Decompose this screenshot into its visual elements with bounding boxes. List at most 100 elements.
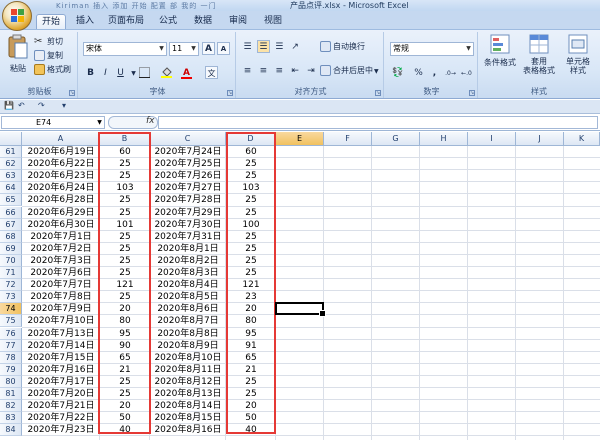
tab-insert[interactable]: 插入 [72,14,98,29]
tab-data[interactable]: 数据 [190,14,216,29]
cell-a[interactable]: 2020年7月23日 [22,424,100,436]
cell-a[interactable]: 2020年6月24日 [22,182,100,194]
comma-button[interactable]: , [428,66,441,79]
decrease-decimal-icon[interactable]: ←.0 [460,66,473,79]
decrease-indent-icon[interactable]: ⇤ [289,64,302,77]
number-launcher-icon[interactable]: ↘ [469,90,475,96]
copy-button[interactable]: 复制 [34,49,63,62]
row-header[interactable]: 83 [0,412,22,425]
cell-c[interactable]: 2020年7月24日 [150,146,226,158]
underline-button[interactable]: U [114,66,127,79]
row-header[interactable]: 66 [0,206,22,219]
percent-button[interactable]: % [412,66,425,79]
cell-c[interactable]: 2020年8月7日 [150,315,226,327]
row-header[interactable]: 75 [0,315,22,328]
alignment-launcher-icon[interactable]: ↘ [375,90,381,96]
cell-c[interactable]: 2020年8月15日 [150,412,226,424]
row-header[interactable]: 77 [0,339,22,352]
tab-review[interactable]: 审阅 [225,14,251,29]
cell-c[interactable]: 2020年7月28日 [150,194,226,206]
cell-a[interactable]: 2020年7月14日 [22,340,100,352]
row-header[interactable]: 69 [0,242,22,255]
conditional-format-button[interactable]: 条件格式 [482,34,518,68]
row-header[interactable]: 70 [0,254,22,267]
row-header[interactable]: 67 [0,218,22,231]
cell-c[interactable]: 2020年8月13日 [150,388,226,400]
grow-font-button[interactable]: A [202,42,215,55]
cell-c[interactable]: 2020年8月2日 [150,255,226,267]
cell-c[interactable]: 2020年8月4日 [150,279,226,291]
borders-button[interactable] [138,66,151,79]
cell-a[interactable]: 2020年7月2日 [22,243,100,255]
row-header[interactable]: 61 [0,146,22,159]
row-header[interactable]: 82 [0,400,22,413]
cell-c[interactable]: 2020年7月30日 [150,219,226,231]
cell-c[interactable]: 2020年8月16日 [150,424,226,436]
row-header[interactable]: 64 [0,182,22,195]
column-header-a[interactable]: A [22,132,100,146]
italic-button[interactable]: I [99,66,112,79]
cell-a[interactable]: 2020年6月22日 [22,158,100,170]
row-header[interactable]: 62 [0,158,22,171]
cell-a[interactable]: 2020年7月6日 [22,267,100,279]
active-cell-e74[interactable] [275,302,326,318]
cell-a[interactable]: 2020年7月7日 [22,279,100,291]
cell-a[interactable]: 2020年7月20日 [22,388,100,400]
currency-icon[interactable]: 💱 [391,66,404,79]
cell-c[interactable]: 2020年8月9日 [150,340,226,352]
row-header[interactable]: 79 [0,363,22,376]
paste-button[interactable]: 粘贴 [5,34,31,78]
font-launcher-icon[interactable]: ↘ [227,90,233,96]
phonetic-button[interactable]: 文 [205,66,218,79]
redo-icon[interactable]: ↷ [38,101,45,110]
cell-styles-button[interactable]: 单元格 样式 [560,34,596,75]
name-box[interactable]: E74 ▼ [1,116,105,129]
cell-c[interactable]: 2020年7月27日 [150,182,226,194]
bold-button[interactable]: B [84,66,97,79]
wrap-text-button[interactable]: 自动换行 [320,40,365,53]
row-header[interactable]: 71 [0,267,22,280]
cut-button[interactable]: ✂ 剪切 [34,35,63,48]
cell-c[interactable]: 2020年8月6日 [150,303,226,315]
orientation-icon[interactable]: ↗ [289,40,302,53]
tab-page-layout[interactable]: 页面布局 [105,14,147,29]
row-header[interactable]: 72 [0,279,22,292]
number-format-select[interactable]: 常规 ▼ [390,42,474,56]
save-icon[interactable]: 💾 [4,101,14,110]
column-header-f[interactable]: F [324,132,372,146]
increase-indent-icon[interactable]: ⇥ [305,64,318,77]
cell-a[interactable]: 2020年6月30日 [22,219,100,231]
select-all-corner[interactable] [0,132,22,146]
cell-a[interactable]: 2020年7月13日 [22,328,100,340]
cell-a[interactable]: 2020年6月23日 [22,170,100,182]
row-header[interactable]: 78 [0,351,22,364]
cell-c[interactable]: 2020年8月8日 [150,328,226,340]
font-name-select[interactable]: 宋体 ▼ [83,42,167,56]
format-as-table-button[interactable]: 套用 表格格式 [520,34,558,75]
increase-decimal-icon[interactable]: .0→ [444,66,457,79]
row-header[interactable]: 84 [0,424,22,437]
shrink-font-button[interactable]: A [217,42,230,55]
formula-input[interactable] [158,116,598,129]
align-middle-icon[interactable]: ☰ [256,40,270,53]
cell-c[interactable]: 2020年7月29日 [150,207,226,219]
format-painter-button[interactable]: 格式刷 [34,63,71,76]
customize-qat-icon[interactable]: ▾ [62,101,66,110]
office-button[interactable] [2,1,32,31]
column-header-i[interactable]: I [468,132,516,146]
align-bottom-icon[interactable]: ☰ [273,40,286,53]
cell-a[interactable]: 2020年7月15日 [22,352,100,364]
cell-c[interactable]: 2020年7月25日 [150,158,226,170]
row-header[interactable]: 76 [0,327,22,340]
cell-a[interactable]: 2020年7月1日 [22,231,100,243]
cell-a[interactable]: 2020年7月17日 [22,376,100,388]
cell-c[interactable]: 2020年7月31日 [150,231,226,243]
clipboard-launcher-icon[interactable]: ↘ [69,90,75,96]
align-right-icon[interactable]: ≡ [273,64,286,77]
column-header-j[interactable]: J [516,132,564,146]
cell-c[interactable]: 2020年8月1日 [150,243,226,255]
cell-c[interactable]: 2020年8月14日 [150,400,226,412]
cell-a[interactable]: 2020年6月29日 [22,207,100,219]
cell-a[interactable]: 2020年7月16日 [22,364,100,376]
fill-color-button[interactable] [160,66,173,79]
